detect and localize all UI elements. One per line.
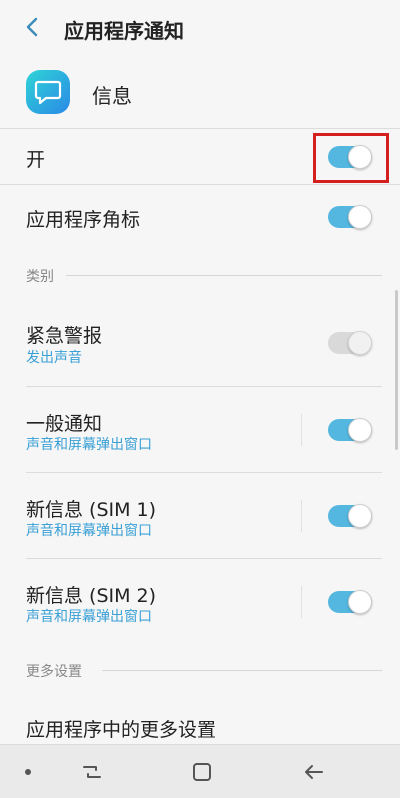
category-toggle[interactable] [328, 504, 372, 528]
recent-apps-icon[interactable] [78, 758, 106, 786]
chat-bubble-icon [34, 80, 62, 105]
back-nav-icon[interactable] [300, 758, 328, 786]
more-settings-in-app-label: 应用程序中的更多设置 [26, 719, 217, 741]
master-toggle-label: 开 [26, 149, 46, 171]
more-settings-in-app-row[interactable]: 应用程序中的更多设置 [0, 700, 400, 744]
messages-app-icon [26, 70, 70, 114]
app-name: 信息 [92, 84, 132, 108]
category-label: 新信息 (SIM 1) [26, 499, 157, 521]
app-info-row: 信息 [0, 62, 400, 126]
toggle-knob [348, 590, 372, 614]
app-badge-toggle[interactable] [328, 205, 372, 229]
category-toggle[interactable] [328, 418, 372, 442]
divider [26, 558, 382, 559]
vertical-separator [301, 500, 302, 532]
toggle-knob [348, 418, 372, 442]
divider [0, 184, 400, 185]
toggle-knob [348, 205, 372, 229]
vertical-separator [301, 414, 302, 446]
section-divider [66, 275, 382, 276]
section-divider [102, 670, 382, 671]
app-bar: 应用程序通知 [0, 0, 400, 56]
divider [0, 128, 400, 129]
toggle-knob [348, 331, 372, 355]
divider [26, 472, 382, 473]
categories-heading: 类别 [26, 269, 54, 285]
category-toggle [328, 331, 372, 355]
vertical-separator [301, 586, 302, 618]
page-title: 应用程序通知 [64, 19, 184, 43]
category-row-new-message-sim1[interactable]: 新信息 (SIM 1) 声音和屏幕弹出窗口 [0, 474, 400, 558]
category-label: 新信息 (SIM 2) [26, 585, 157, 607]
category-toggle[interactable] [328, 590, 372, 614]
app-badge-row[interactable]: 应用程序角标 [0, 186, 400, 248]
category-row-general[interactable]: 一般通知 声音和屏幕弹出窗口 [0, 388, 400, 472]
category-sub: 发出声音 [26, 350, 82, 366]
category-sub: 声音和屏幕弹出窗口 [26, 609, 152, 625]
category-sub: 声音和屏幕弹出窗口 [26, 437, 152, 453]
back-arrow-icon[interactable] [22, 16, 44, 38]
divider [26, 386, 382, 387]
category-row-emergency-alerts[interactable]: 紧急警报 发出声音 [0, 298, 400, 386]
more-settings-heading: 更多设置 [26, 664, 82, 680]
app-badge-label: 应用程序角标 [26, 209, 141, 231]
toggle-knob [348, 504, 372, 528]
category-sub: 声音和屏幕弹出窗口 [26, 523, 152, 539]
system-nav-bar [0, 744, 400, 798]
scrollbar[interactable] [395, 290, 398, 450]
category-row-new-message-sim2[interactable]: 新信息 (SIM 2) 声音和屏幕弹出窗口 [0, 560, 400, 646]
category-label: 紧急警报 [26, 325, 103, 347]
highlight-box [313, 133, 389, 183]
home-icon[interactable] [188, 758, 216, 786]
dot-icon[interactable] [14, 758, 42, 786]
category-label: 一般通知 [26, 413, 103, 435]
